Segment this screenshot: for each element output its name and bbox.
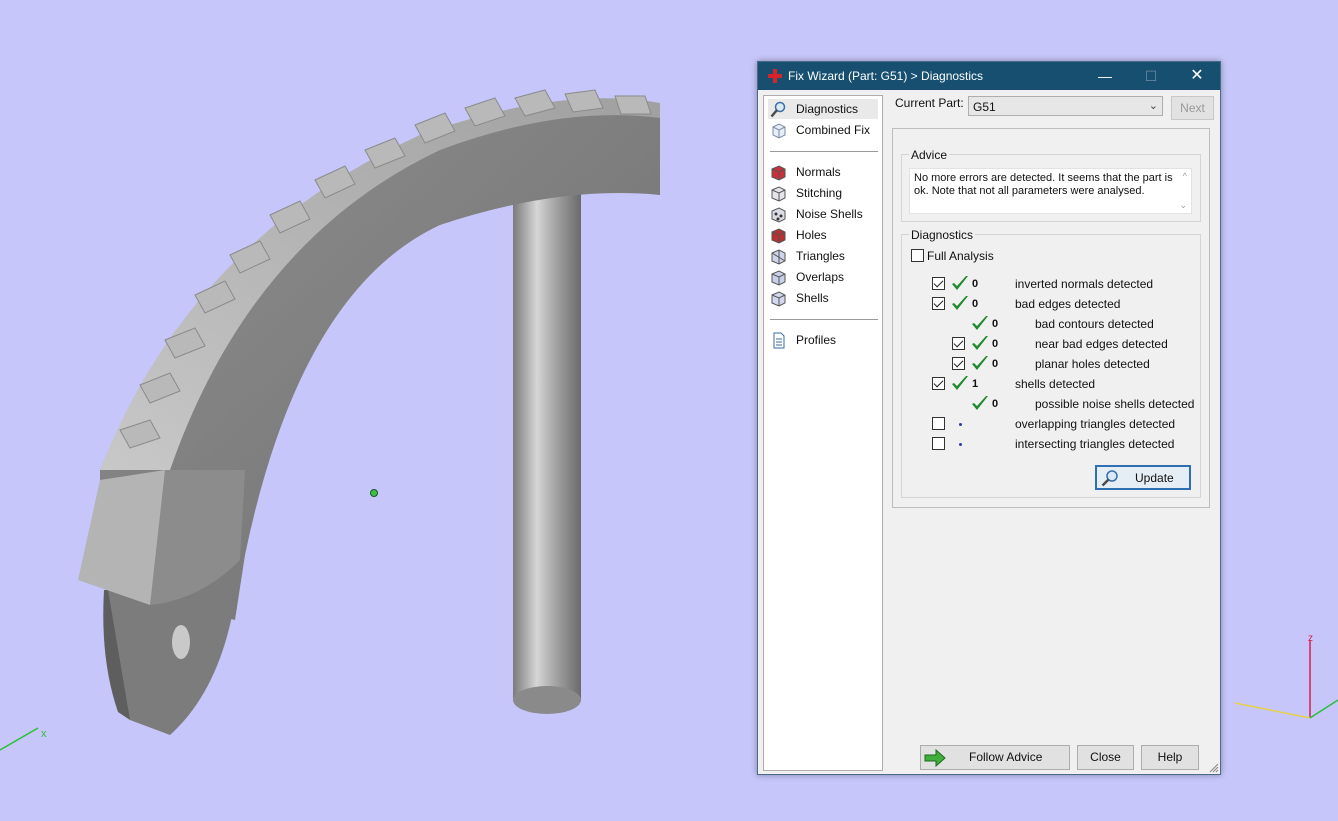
diagnostic-checkbox[interactable] (932, 377, 945, 390)
scroll-down-icon[interactable]: ⌄ (1179, 200, 1187, 211)
advice-legend: Advice (909, 148, 950, 162)
diagnostic-label: bad contours detected (1035, 317, 1154, 331)
checkmark-icon (972, 336, 988, 350)
checkmark-icon (952, 296, 968, 310)
diagnostic-label: overlapping triangles detected (1015, 417, 1176, 431)
diagnostics-legend: Diagnostics (909, 228, 976, 242)
diagnostic-label: near bad edges detected (1035, 337, 1168, 351)
current-part-label: Current Part: (895, 96, 964, 110)
stitching-icon (771, 186, 786, 202)
red-cross-icon (768, 69, 782, 83)
nav-item-shells[interactable]: Shells (768, 288, 878, 308)
full-analysis-checkbox[interactable] (911, 249, 924, 262)
green-arrow-icon (924, 749, 946, 767)
overlaps-icon (771, 270, 786, 286)
advice-text: No more errors are detected. It seems th… (914, 172, 1173, 197)
checkmark-icon (972, 316, 988, 330)
next-button[interactable]: Next (1171, 96, 1214, 120)
advice-textbox[interactable]: No more errors are detected. It seems th… (909, 168, 1192, 214)
diagnostic-count: 0 (972, 278, 979, 290)
diagnostic-label: intersecting triangles detected (1015, 437, 1175, 451)
pending-dot-icon (959, 423, 962, 426)
checkmark-icon (952, 276, 968, 290)
diagnostic-count: 1 (972, 378, 979, 390)
close-icon[interactable]: ✕ (1174, 62, 1220, 90)
axis-gizmo: z (1234, 633, 1338, 719)
window-title: Fix Wizard (Part: G51) > Diagnostics (788, 69, 984, 83)
pivot-point-icon[interactable] (370, 489, 378, 497)
resize-grip-icon[interactable] (1209, 763, 1219, 773)
nav-item-combined-fix[interactable]: Combined Fix (768, 120, 878, 140)
cube-icon (772, 123, 786, 139)
diagnostic-count: 0 (992, 318, 999, 330)
chevron-down-icon: ⌄ (1148, 100, 1158, 112)
close-button[interactable]: Close (1077, 745, 1134, 770)
pending-dot-icon (959, 443, 962, 446)
diagnostic-checkbox[interactable] (952, 337, 965, 350)
update-button[interactable]: Update (1095, 465, 1191, 490)
holes-icon (771, 228, 786, 244)
normals-icon (771, 165, 786, 181)
magnifier-icon (1101, 470, 1118, 487)
diagnostic-count: 0 (972, 298, 979, 310)
full-analysis-label: Full Analysis (927, 249, 994, 263)
diagnostic-label: inverted normals detected (1015, 277, 1154, 291)
nav-item-holes[interactable]: Holes (768, 225, 878, 245)
x-axis-label: x (41, 728, 47, 740)
z-axis-label: z (1308, 633, 1313, 644)
diagnostic-checkbox[interactable] (932, 437, 945, 450)
wizard-nav-list: Diagnostics Combined Fix Normals Stitchi… (763, 95, 883, 771)
diagnostic-checkbox[interactable] (952, 357, 965, 370)
title-bar[interactable]: Fix Wizard (Part: G51) > Diagnostics — ☐… (758, 62, 1220, 90)
checkmark-icon (972, 396, 988, 410)
nav-item-diagnostics[interactable]: Diagnostics (768, 99, 878, 119)
nav-item-noise-shells[interactable]: Noise Shells (768, 204, 878, 224)
current-part-value: G51 (973, 100, 996, 114)
x-axis-indicator: x (0, 727, 47, 751)
checkmark-icon (952, 376, 968, 390)
nav-item-profiles[interactable]: Profiles (768, 330, 878, 350)
magnifier-icon (770, 101, 786, 118)
diagnostic-checkbox[interactable] (932, 297, 945, 310)
triangles-icon (771, 249, 786, 265)
diagnostic-count: 0 (992, 358, 999, 370)
diagnostic-label: shells detected (1015, 377, 1096, 391)
checkmark-icon (972, 356, 988, 370)
diagnostic-checkbox[interactable] (932, 277, 945, 290)
minimize-icon[interactable]: — (1082, 62, 1128, 90)
diagnostic-checkbox[interactable] (932, 417, 945, 430)
fix-wizard-dialog: Fix Wizard (Part: G51) > Diagnostics — ☐… (757, 61, 1221, 775)
nav-item-stitching[interactable]: Stitching (768, 183, 878, 203)
diagnostic-label: possible noise shells detected (1035, 397, 1195, 411)
shells-icon (771, 291, 786, 307)
current-part-dropdown[interactable]: G51 ⌄ (968, 96, 1163, 116)
nav-item-triangles[interactable]: Triangles (768, 246, 878, 266)
follow-advice-button[interactable]: Follow Advice (920, 745, 1070, 770)
diagnostic-label: bad edges detected (1015, 297, 1121, 311)
nav-item-normals[interactable]: Normals (768, 162, 878, 182)
diagnostic-label: planar holes detected (1035, 357, 1150, 371)
noise-shells-icon (771, 207, 786, 223)
diagnostic-count: 0 (992, 398, 999, 410)
nav-item-overlaps[interactable]: Overlaps (768, 267, 878, 287)
scroll-up-icon[interactable]: ^ (1183, 171, 1187, 181)
document-icon (773, 332, 785, 349)
maximize-icon[interactable]: ☐ (1128, 62, 1174, 90)
diagnostic-count: 0 (992, 338, 999, 350)
cylinder-rod (513, 170, 581, 714)
help-button[interactable]: Help (1141, 745, 1199, 770)
